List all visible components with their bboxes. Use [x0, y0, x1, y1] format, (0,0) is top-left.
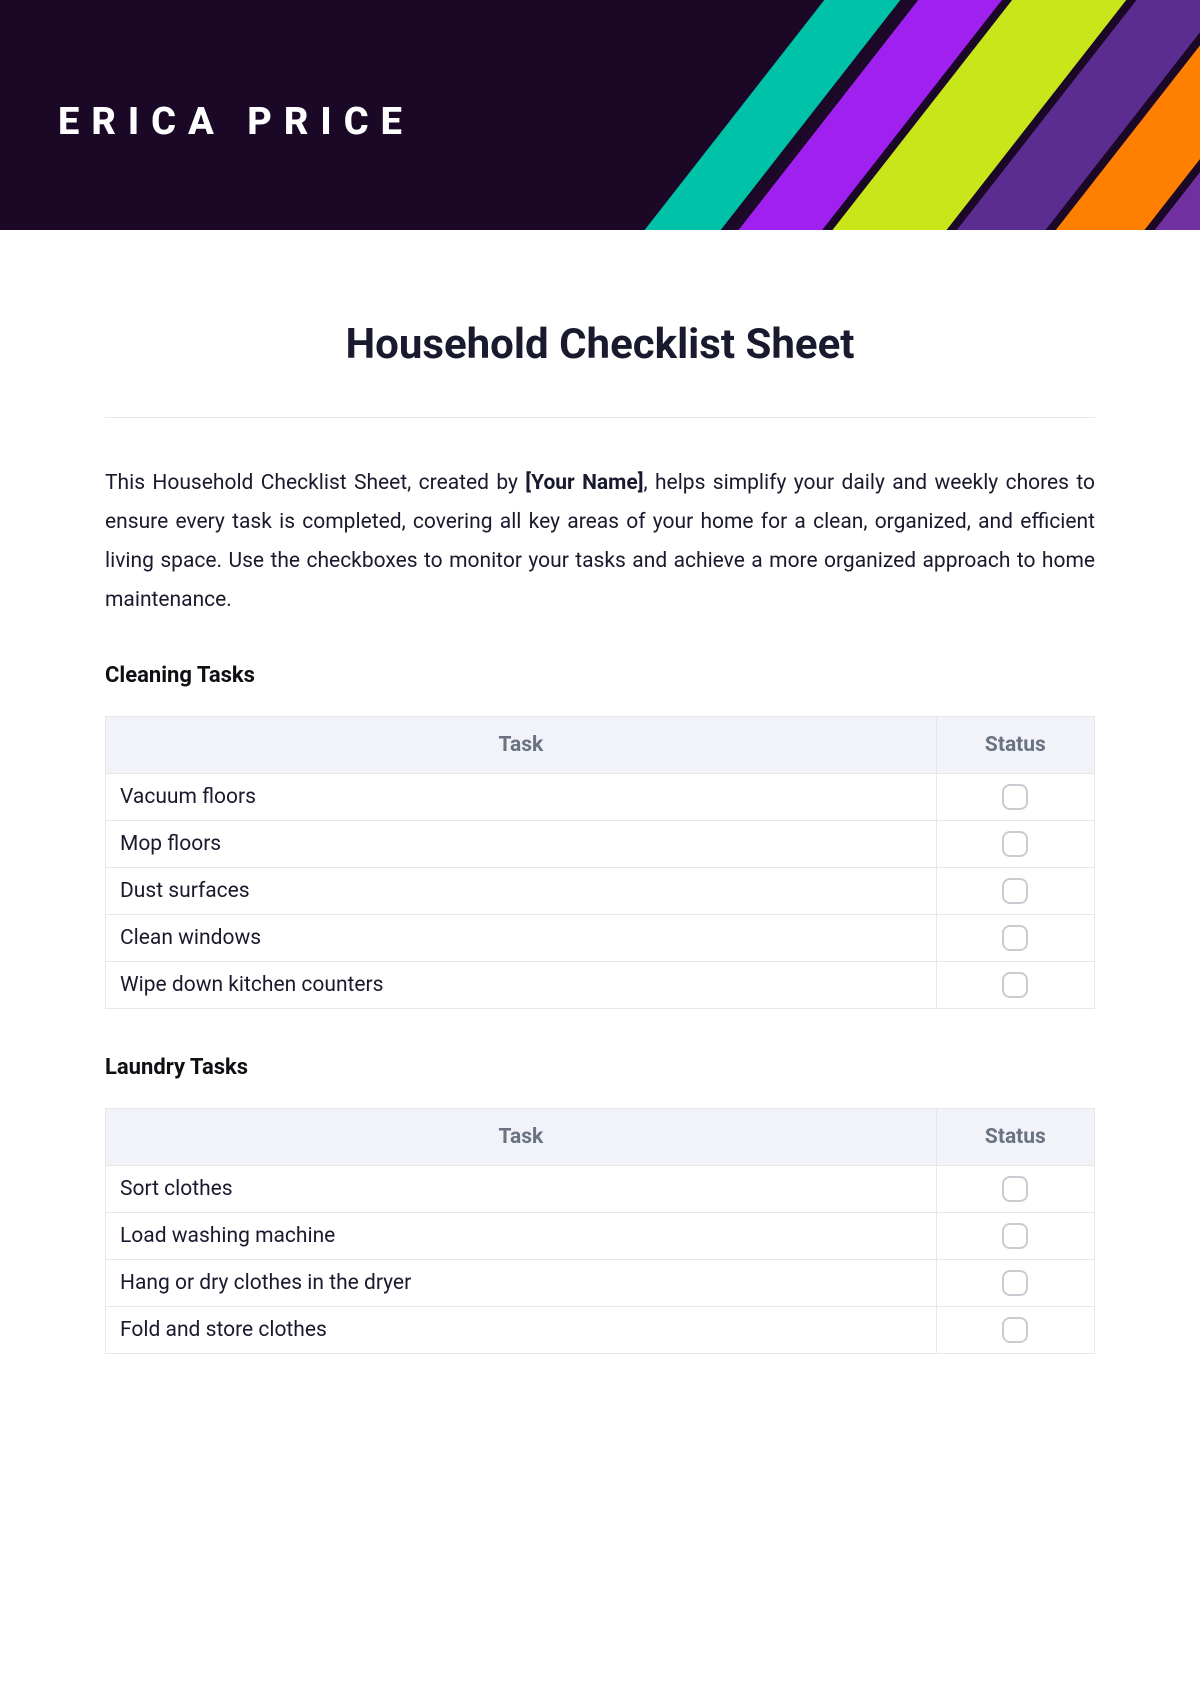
table-row: Wipe down kitchen counters	[106, 962, 1095, 1009]
status-cell	[936, 1260, 1094, 1307]
status-cell	[936, 1213, 1094, 1260]
table-row: Fold and store clothes	[106, 1307, 1095, 1354]
document-header: ERICA PRICE	[0, 0, 1200, 230]
decorative-stripes	[500, 0, 1200, 230]
status-cell	[936, 868, 1094, 915]
author-name: ERICA PRICE	[58, 100, 414, 144]
task-cell: Fold and store clothes	[106, 1307, 937, 1354]
table-row: Mop floors	[106, 821, 1095, 868]
status-checkbox[interactable]	[1002, 1317, 1028, 1343]
table-row: Sort clothes	[106, 1166, 1095, 1213]
status-cell	[936, 1307, 1094, 1354]
divider	[105, 417, 1095, 418]
task-cell: Hang or dry clothes in the dryer	[106, 1260, 937, 1307]
column-header-task: Task	[106, 717, 937, 774]
status-cell	[936, 821, 1094, 868]
task-cell: Vacuum floors	[106, 774, 937, 821]
status-checkbox[interactable]	[1002, 1176, 1028, 1202]
intro-text-pre: This Household Checklist Sheet, created …	[105, 471, 525, 495]
intro-paragraph: This Household Checklist Sheet, created …	[105, 464, 1095, 619]
status-cell	[936, 1166, 1094, 1213]
status-cell	[936, 915, 1094, 962]
status-checkbox[interactable]	[1002, 1223, 1028, 1249]
checklist-table: TaskStatusSort clothesLoad washing machi…	[105, 1108, 1095, 1354]
task-cell: Load washing machine	[106, 1213, 937, 1260]
task-cell: Clean windows	[106, 915, 937, 962]
column-header-task: Task	[106, 1109, 937, 1166]
status-cell	[936, 962, 1094, 1009]
document-body: Household Checklist Sheet This Household…	[0, 230, 1200, 1460]
table-row: Vacuum floors	[106, 774, 1095, 821]
table-row: Dust surfaces	[106, 868, 1095, 915]
section-heading: Laundry Tasks	[105, 1055, 1095, 1080]
status-cell	[936, 774, 1094, 821]
task-cell: Wipe down kitchen counters	[106, 962, 937, 1009]
task-cell: Mop floors	[106, 821, 937, 868]
checklist-table: TaskStatusVacuum floorsMop floorsDust su…	[105, 716, 1095, 1009]
task-cell: Sort clothes	[106, 1166, 937, 1213]
column-header-status: Status	[936, 1109, 1094, 1166]
status-checkbox[interactable]	[1002, 972, 1028, 998]
column-header-status: Status	[936, 717, 1094, 774]
status-checkbox[interactable]	[1002, 831, 1028, 857]
task-cell: Dust surfaces	[106, 868, 937, 915]
status-checkbox[interactable]	[1002, 925, 1028, 951]
status-checkbox[interactable]	[1002, 878, 1028, 904]
table-row: Hang or dry clothes in the dryer	[106, 1260, 1095, 1307]
page-title: Household Checklist Sheet	[105, 320, 1095, 369]
section-heading: Cleaning Tasks	[105, 663, 1095, 688]
intro-placeholder-name: [Your Name]	[525, 471, 643, 495]
table-row: Clean windows	[106, 915, 1095, 962]
table-row: Load washing machine	[106, 1213, 1095, 1260]
status-checkbox[interactable]	[1002, 784, 1028, 810]
status-checkbox[interactable]	[1002, 1270, 1028, 1296]
